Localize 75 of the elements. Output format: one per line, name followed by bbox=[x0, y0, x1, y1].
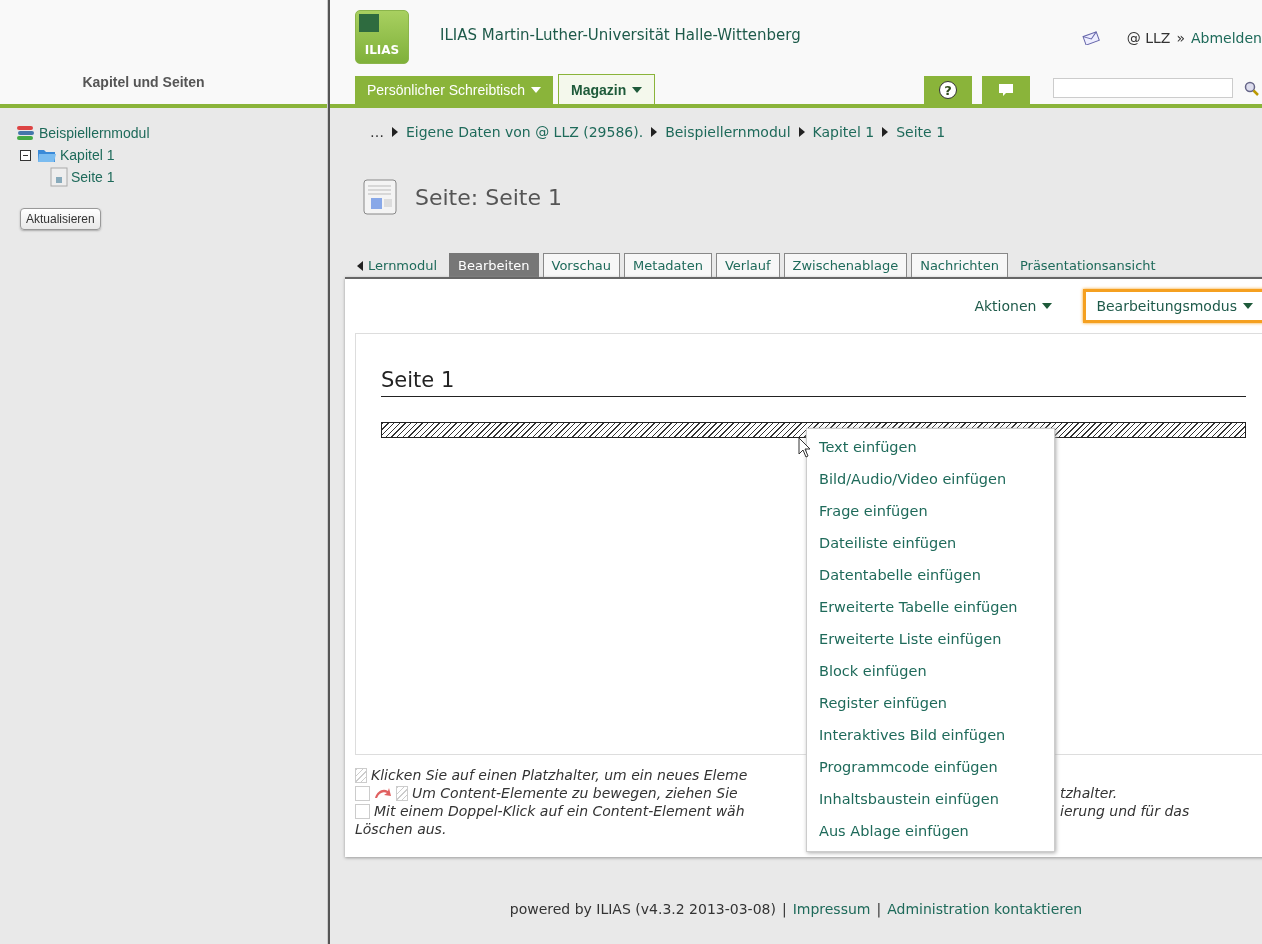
help-text: ierung und für das bbox=[1060, 803, 1190, 819]
tab[interactable]: Bearbeiten bbox=[449, 253, 539, 277]
tab[interactable]: Nachrichten bbox=[911, 253, 1008, 277]
envelope-icon[interactable] bbox=[1080, 31, 1101, 45]
menu-item[interactable]: Aus Ablage einfügen bbox=[807, 815, 1054, 847]
menu-item[interactable]: Frage einfügen bbox=[807, 495, 1054, 527]
menu-item[interactable]: Datentabelle einfügen bbox=[807, 559, 1054, 591]
footer-link[interactable]: Administration kontaktieren bbox=[887, 901, 1083, 917]
chat-button[interactable] bbox=[982, 76, 1030, 104]
tab[interactable]: Metadaten bbox=[624, 253, 712, 277]
placeholder-icon bbox=[355, 767, 367, 783]
separator: » bbox=[1176, 30, 1185, 46]
help-text: Klicken Sie auf einen Platzhalter, um ein neues Eleme bbox=[371, 767, 748, 783]
back-triangle-icon bbox=[357, 260, 363, 271]
breadcrumb[interactable]: … bbox=[370, 124, 384, 140]
square-icon bbox=[355, 803, 370, 819]
logout-link[interactable]: Abmelden bbox=[1191, 30, 1262, 46]
nav-tab[interactable]: Magazin bbox=[557, 74, 656, 104]
caret-icon bbox=[1042, 303, 1053, 309]
search-field[interactable] bbox=[1053, 78, 1233, 98]
dropdown-button[interactable]: Bearbeitungsmodus bbox=[1083, 289, 1262, 323]
menu-item[interactable]: Programmcode einfügen bbox=[807, 751, 1054, 783]
tab[interactable]: Vorschau bbox=[542, 253, 621, 277]
menu-item[interactable]: Interaktives Bild einfügen bbox=[807, 719, 1054, 751]
user-name: @ LLZ bbox=[1126, 30, 1171, 46]
help-text: Löschen aus. bbox=[355, 821, 447, 837]
tab-link[interactable]: Präsentationsansicht bbox=[1011, 254, 1164, 277]
caret-icon bbox=[1243, 303, 1253, 309]
page-icon bbox=[363, 179, 397, 215]
menu-item[interactable]: Erweiterte Liste einfügen bbox=[807, 623, 1054, 655]
separator: | bbox=[876, 901, 882, 917]
separator: | bbox=[781, 901, 787, 917]
caret-icon bbox=[632, 86, 643, 93]
triangle-icon bbox=[798, 127, 805, 137]
dropdown-button[interactable]: Aktionen bbox=[961, 289, 1066, 323]
menu-item[interactable]: Dateiliste einfügen bbox=[807, 527, 1054, 559]
breadcrumb[interactable]: Beispiellernmodul bbox=[665, 124, 791, 140]
sidebar-title: Kapitel und Seiten bbox=[82, 74, 205, 90]
footer-link[interactable]: Impressum bbox=[792, 901, 871, 917]
breadcrumb[interactable]: Seite 1 bbox=[896, 124, 946, 140]
menu-item[interactable]: Register einfügen bbox=[807, 687, 1054, 719]
menu-item[interactable]: Bild/Audio/Video einfügen bbox=[807, 463, 1054, 495]
triangle-icon bbox=[651, 127, 658, 137]
menu-item[interactable]: Block einfügen bbox=[807, 655, 1054, 687]
placeholder-icon bbox=[396, 785, 408, 801]
tree-item[interactable]: Beispiellernmodul bbox=[39, 125, 150, 141]
square-icon bbox=[355, 785, 370, 801]
page-title: Seite: Seite 1 bbox=[415, 184, 562, 210]
refresh-button[interactable]: Aktualisieren bbox=[20, 208, 101, 230]
help-text: Um Content-Elemente zu bewegen, ziehen Sie bbox=[412, 785, 738, 801]
caret-icon bbox=[530, 87, 541, 93]
site-title: ILIAS Martin-Luther-Universität Halle-Wittenberg bbox=[440, 26, 801, 44]
collapse-toggle[interactable] bbox=[20, 149, 31, 161]
help-button[interactable]: ? bbox=[924, 76, 972, 104]
speech-bubble-icon bbox=[998, 83, 1014, 97]
back-link[interactable]: Lernmodul bbox=[357, 254, 446, 277]
books-icon bbox=[16, 125, 36, 141]
triangle-icon bbox=[882, 127, 889, 137]
menu-item[interactable]: Erweiterte Tabelle einfügen bbox=[807, 591, 1054, 623]
menu-item[interactable]: Inhaltsbaustein einfügen bbox=[807, 783, 1054, 815]
tree-item[interactable]: Seite 1 bbox=[71, 169, 115, 185]
breadcrumb[interactable]: Eigene Daten von @ LLZ (29586). bbox=[406, 124, 644, 140]
triangle-icon bbox=[392, 127, 398, 137]
tab[interactable]: Zwischenablage bbox=[783, 253, 908, 277]
tab[interactable]: Verlauf bbox=[715, 253, 780, 277]
folder-icon bbox=[37, 147, 57, 163]
tree-item[interactable]: Kapitel 1 bbox=[60, 147, 115, 163]
powered-by-text: powered by ILIAS (v4.3.2 2013-03-08) bbox=[509, 901, 776, 917]
help-text: tzhalter. bbox=[1060, 785, 1118, 801]
editor-heading: Seite 1 bbox=[381, 334, 1246, 397]
breadcrumb[interactable]: Kapitel 1 bbox=[812, 124, 875, 140]
help-text: Mit einem Doppel-Klick auf ein Content-Element wäh bbox=[374, 803, 745, 819]
page-icon bbox=[50, 167, 68, 187]
arrow-icon bbox=[374, 787, 392, 799]
search-icon[interactable] bbox=[1244, 81, 1260, 97]
